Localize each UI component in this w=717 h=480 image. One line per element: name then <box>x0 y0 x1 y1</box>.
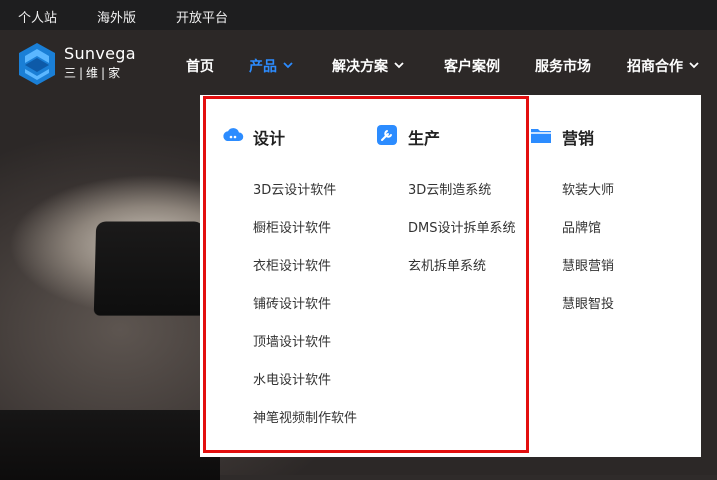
nav-label: 解决方案 <box>332 59 388 75</box>
nav-label: 首页 <box>186 59 214 75</box>
nav-item-products[interactable]: 产品 <box>249 56 293 76</box>
nav-label: 招商合作 <box>627 59 683 75</box>
topbar-link-overseas[interactable]: 海外版 <box>97 7 136 26</box>
nav-item-cases[interactable]: 客户案例 <box>444 56 500 76</box>
topbar-link-open-platform[interactable]: 开放平台 <box>176 7 228 26</box>
topbar-link-personal[interactable]: 个人站 <box>18 7 57 26</box>
nav-item-home[interactable]: 首页 <box>186 56 214 76</box>
nav-label: 客户案例 <box>444 59 500 75</box>
chevron-down-icon <box>689 62 699 69</box>
chevron-down-icon <box>283 62 293 69</box>
menu-item[interactable]: 慧眼智投 <box>562 293 614 312</box>
nav-item-solutions[interactable]: 解决方案 <box>332 56 404 76</box>
menu-item[interactable]: 品牌馆 <box>562 217 601 236</box>
hero-table-image <box>0 410 220 480</box>
nav-item-service-market[interactable]: 服务市场 <box>535 56 591 76</box>
top-bar: 个人站 海外版 开放平台 <box>0 0 717 30</box>
nav-label: 产品 <box>249 59 277 75</box>
nav-label: 服务市场 <box>535 59 591 75</box>
chevron-down-icon <box>394 62 404 69</box>
menu-item[interactable]: 软装大师 <box>562 179 614 198</box>
hero-lamp-image <box>93 221 207 316</box>
menu-category-marketing: 营销 <box>562 129 595 148</box>
menu-item[interactable]: 慧眼营销 <box>562 255 614 274</box>
folder-icon <box>531 129 551 143</box>
highlight-box <box>203 96 529 453</box>
nav-item-partnership[interactable]: 招商合作 <box>627 56 699 76</box>
